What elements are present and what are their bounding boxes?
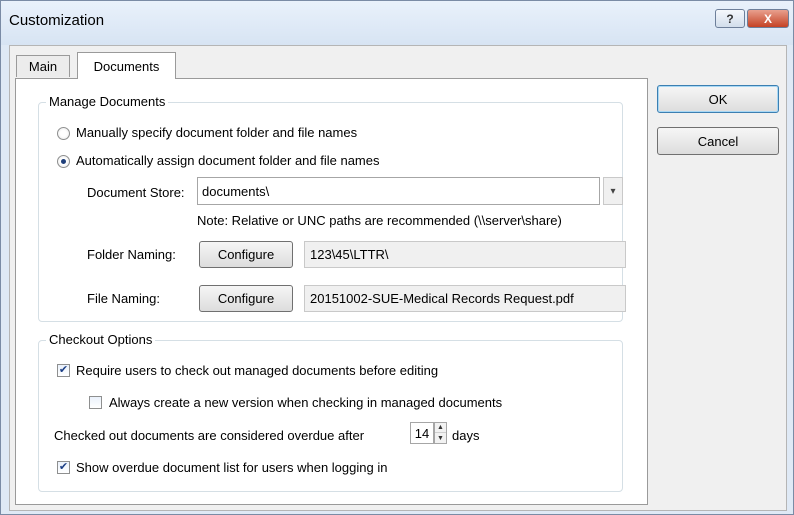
spin-down-icon[interactable]: ▼	[435, 433, 446, 443]
customization-dialog: Customization ? X Main Documents Manage …	[0, 0, 794, 515]
title-bar[interactable]: Customization ? X	[1, 1, 793, 45]
new-version-checkbox[interactable]	[89, 396, 102, 409]
close-icon: X	[763, 11, 772, 26]
overdue-days-value: 14	[414, 425, 430, 441]
help-icon: ?	[726, 11, 734, 26]
chevron-down-icon: ▾	[610, 185, 616, 197]
automatic-radio-label[interactable]: Automatically assign document folder and…	[76, 153, 380, 168]
file-naming-configure-label: Configure	[217, 291, 275, 306]
checkout-options-group: Checkout Options ✔ Require users to chec…	[38, 332, 623, 492]
show-overdue-checkbox[interactable]: ✔	[57, 461, 70, 474]
window-title: Customization	[9, 12, 105, 29]
folder-naming-configure-label: Configure	[217, 247, 275, 262]
chevron-down-small-icon: ▼	[437, 434, 444, 442]
check-icon: ✔	[58, 364, 69, 376]
folder-naming-field: 123\45\LTTR\	[304, 241, 626, 268]
ok-button-label: OK	[708, 91, 728, 107]
new-version-label[interactable]: Always create a new version when checkin…	[109, 395, 502, 410]
manual-radio-label[interactable]: Manually specify document folder and fil…	[76, 125, 357, 140]
folder-naming-label: Folder Naming:	[87, 247, 176, 262]
require-checkout-checkbox[interactable]: ✔	[57, 364, 70, 377]
require-checkout-label[interactable]: Require users to check out managed docum…	[76, 363, 438, 378]
help-button[interactable]: ?	[715, 9, 745, 28]
manage-documents-group-title: Manage Documents	[46, 94, 169, 109]
dialog-client-area: Main Documents Manage Documents Manually…	[9, 45, 787, 511]
file-naming-label: File Naming:	[87, 291, 160, 306]
close-button[interactable]: X	[747, 9, 789, 28]
show-overdue-label[interactable]: Show overdue document list for users whe…	[76, 460, 387, 475]
document-store-value: documents\	[202, 183, 270, 199]
overdue-suffix-label: days	[452, 428, 480, 443]
checkout-options-group-title: Checkout Options	[46, 332, 156, 347]
cancel-button[interactable]: Cancel	[657, 127, 779, 155]
overdue-days-spinner[interactable]: ▲ ▼	[434, 422, 447, 444]
tab-documents-label: Documents	[93, 58, 160, 74]
automatic-radio[interactable]	[57, 155, 70, 168]
document-store-label: Document Store:	[87, 185, 185, 200]
check-icon: ✔	[58, 461, 69, 473]
document-store-dropdown[interactable]: ▾	[603, 177, 623, 205]
tab-main[interactable]: Main	[16, 55, 70, 77]
file-naming-field: 20151002-SUE-Medical Records Request.pdf	[304, 285, 626, 312]
ok-button[interactable]: OK	[657, 85, 779, 113]
manual-radio[interactable]	[57, 127, 70, 140]
file-naming-value: 20151002-SUE-Medical Records Request.pdf	[310, 291, 574, 306]
unc-note: Note: Relative or UNC paths are recommen…	[197, 213, 562, 228]
chevron-up-icon: ▲	[437, 424, 444, 431]
folder-naming-value: 123\45\LTTR\	[310, 247, 389, 262]
spin-up-icon[interactable]: ▲	[435, 423, 446, 433]
manage-documents-group: Manage Documents Manually specify docume…	[38, 94, 626, 322]
overdue-prefix-label: Checked out documents are considered ove…	[54, 428, 365, 443]
file-naming-configure-button[interactable]: Configure	[199, 285, 293, 312]
tab-documents[interactable]: Documents	[77, 52, 176, 79]
folder-naming-configure-button[interactable]: Configure	[199, 241, 293, 268]
documents-tab-panel: Manage Documents Manually specify docume…	[15, 78, 648, 505]
document-store-input[interactable]: documents\	[197, 177, 600, 205]
cancel-button-label: Cancel	[697, 133, 739, 149]
tab-main-label: Main	[28, 59, 58, 74]
overdue-days-input[interactable]: 14	[410, 422, 434, 444]
